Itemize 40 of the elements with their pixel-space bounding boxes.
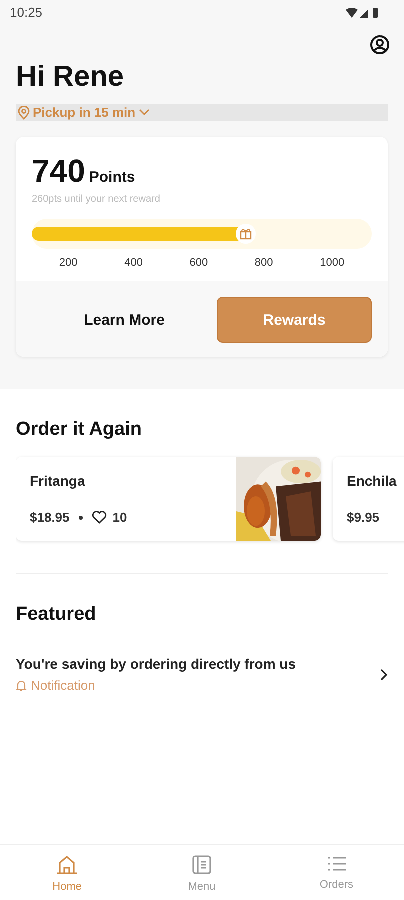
nav-tab[interactable]: Menu — [134, 845, 270, 900]
item-name: Enchila — [347, 473, 398, 489]
status-icons — [346, 6, 380, 18]
progress-tick-label: 1000 — [320, 257, 345, 269]
item-price: $18.95 — [30, 510, 70, 525]
learn-more-button[interactable]: Learn More — [32, 310, 217, 330]
points-label: Points — [89, 169, 136, 186]
location-pin-icon — [18, 106, 30, 120]
order-card[interactable]: Enchila $9.95 — [333, 457, 404, 541]
progress-tick-label: 400 — [124, 257, 143, 269]
nav-tab[interactable]: Orders — [269, 845, 404, 900]
nav-tab[interactable]: Home — [0, 845, 135, 900]
like-count: 10 — [112, 510, 128, 525]
progress-tick-label: 600 — [190, 257, 208, 269]
featured-item[interactable]: You're saving by ordering directly from us Notification — [16, 656, 388, 693]
gift-icon — [236, 224, 256, 244]
chevron-down-icon — [138, 109, 150, 116]
order-card[interactable]: Fritanga $18.95 10 — [16, 457, 321, 541]
separator-dot — [78, 516, 83, 520]
menu-book-icon — [192, 855, 212, 875]
greeting-title: Hi Rene — [16, 61, 125, 94]
heart-icon — [92, 511, 107, 524]
item-name: Fritanga — [30, 473, 86, 489]
list-icon — [326, 855, 347, 873]
home-icon — [56, 855, 78, 875]
featured-title: You're saving by ordering directly from us — [16, 656, 296, 672]
featured-tag: Notification — [31, 678, 96, 693]
progress-tick-label: 200 — [59, 257, 78, 269]
reward-subtitle: 260pts until your next reward — [32, 194, 162, 205]
status-time: 10:25 — [10, 5, 43, 20]
item-price: $9.95 — [347, 510, 380, 525]
chevron-right-icon — [380, 668, 388, 680]
bell-icon — [16, 680, 27, 692]
profile-icon[interactable] — [370, 35, 390, 55]
rewards-button[interactable]: Rewards — [217, 297, 372, 343]
section-title: Featured — [16, 604, 98, 626]
pickup-selector[interactable]: Pickup in 15 min — [16, 104, 388, 121]
section-title: Order it Again — [16, 419, 143, 441]
progress-tick-label: 800 — [254, 257, 274, 269]
points-value: 740 — [32, 153, 86, 190]
